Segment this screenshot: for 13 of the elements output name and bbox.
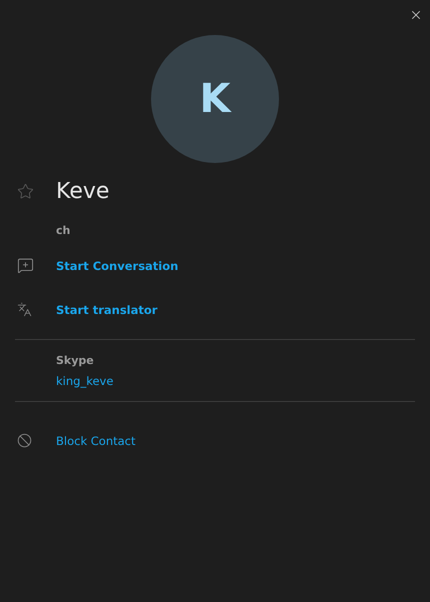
close-icon: [409, 8, 423, 22]
account-link[interactable]: king_keve: [56, 374, 114, 388]
chat-add-icon: [17, 257, 34, 274]
contact-subtitle: ch: [55, 224, 72, 237]
service-label: Skype: [56, 354, 94, 367]
action-link[interactable]: Start Conversation: [56, 258, 178, 272]
contact-name: Keve: [56, 179, 110, 204]
translate-icon: [17, 302, 32, 317]
block-contact-link[interactable]: Block Contact: [56, 434, 136, 448]
action-link[interactable]: Start translator: [56, 302, 158, 316]
star-icon[interactable]: [17, 183, 34, 200]
avatar: K: [151, 35, 279, 163]
block-icon: [17, 433, 32, 448]
